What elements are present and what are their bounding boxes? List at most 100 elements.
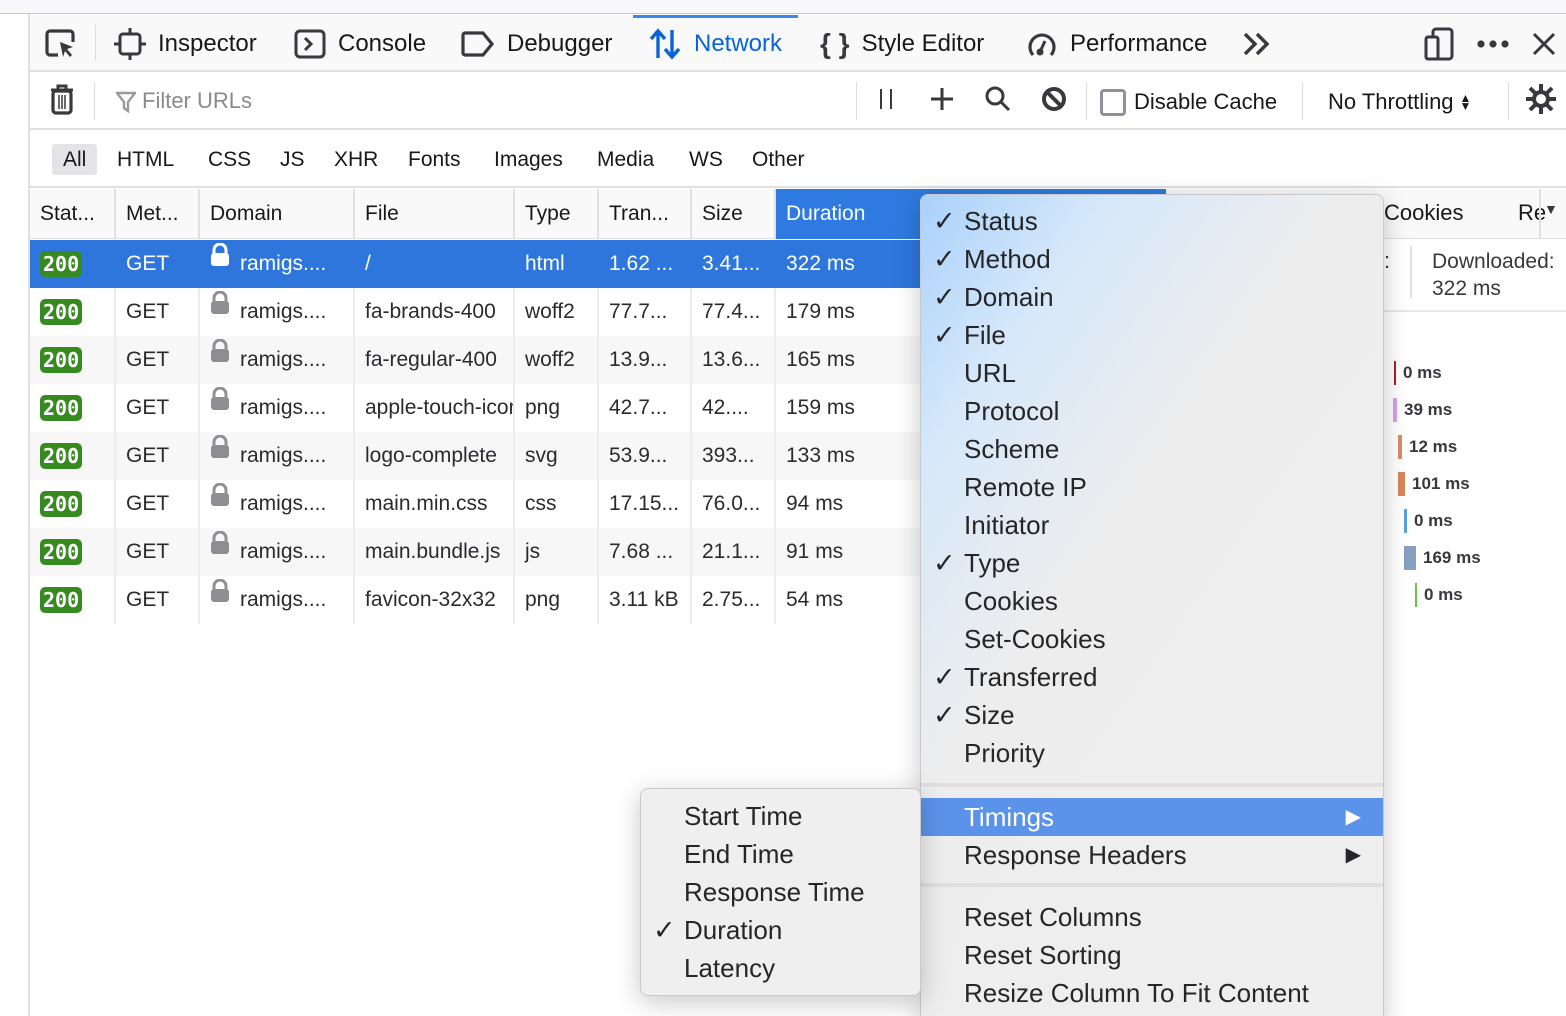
disable-cache-label: Disable Cache <box>1134 89 1278 114</box>
tab-response[interactable]: Re <box>1518 200 1546 226</box>
search-button[interactable] <box>984 86 1012 116</box>
menu-item-domain[interactable]: ✓ Domain <box>921 278 1383 316</box>
menu-item-file[interactable]: ✓ File <box>921 316 1383 354</box>
column-header-status[interactable]: Stat... <box>30 189 116 239</box>
filter-js[interactable]: JS <box>269 144 316 175</box>
disable-cache-checkbox[interactable]: Disable Cache <box>1100 87 1277 117</box>
menu-item-url[interactable]: URL <box>921 354 1383 392</box>
menu-item-size[interactable]: ✓ Size <box>921 696 1383 734</box>
performance-icon <box>1026 28 1058 60</box>
filter-html[interactable]: HTML <box>106 144 185 175</box>
network-settings-button[interactable] <box>1524 83 1558 116</box>
lock-icon <box>210 528 230 573</box>
menu-item-reset-sorting[interactable]: Reset Sorting <box>921 936 1383 974</box>
status-badge: 200 <box>40 395 83 421</box>
column-header-file[interactable]: File <box>355 189 515 239</box>
close-devtools-button[interactable] <box>1532 15 1566 72</box>
column-header-transferred[interactable]: Tran... <box>599 189 692 239</box>
menu-item-scheme[interactable]: Scheme <box>921 430 1383 468</box>
column-header-domain[interactable]: Domain <box>200 189 355 239</box>
menu-item-start-time[interactable]: Start Time <box>641 797 920 835</box>
filter-css[interactable]: CSS <box>197 144 262 175</box>
menu-item-set-cookies[interactable]: Set-Cookies <box>921 620 1383 658</box>
filter-xhr[interactable]: XHR <box>323 144 389 175</box>
menu-item-end-time[interactable]: End Time <box>641 835 920 873</box>
tab-performance[interactable]: Performance <box>1026 15 1207 72</box>
tab-style-editor[interactable]: { } Style Editor <box>820 15 984 72</box>
filter-ws[interactable]: WS <box>678 144 734 175</box>
menu-item-label: Size <box>964 700 1015 730</box>
filter-urls-input[interactable] <box>112 82 852 120</box>
checkmark-icon: ✓ <box>933 700 956 730</box>
filter-media[interactable]: Media <box>586 144 665 175</box>
menu-item-duration[interactable]: ✓ Duration <box>641 911 920 949</box>
element-picker-button[interactable] <box>44 15 90 72</box>
cell-size: 2.75... <box>692 576 776 624</box>
menu-item-status[interactable]: ✓ Status <box>921 202 1383 240</box>
tab-inspector[interactable]: Inspector <box>114 15 257 72</box>
responsive-design-button[interactable] <box>1424 15 1466 72</box>
timings-submenu: Start Time End Time Response Time ✓ Duration… <box>640 788 921 996</box>
filter-fonts[interactable]: Fonts <box>397 144 472 175</box>
tab-cookies[interactable]: Cookies <box>1384 200 1463 226</box>
menu-item-priority[interactable]: Priority <box>921 734 1383 772</box>
timing-row: 0 ms <box>1404 508 1453 534</box>
cell-domain: ramigs.... <box>200 336 355 384</box>
menu-item-latency[interactable]: Latency <box>641 949 920 987</box>
column-header-size[interactable]: Size <box>692 189 776 239</box>
plus-icon <box>930 87 954 116</box>
tab-label: Network <box>694 29 783 57</box>
checkbox-box[interactable] <box>1100 88 1126 116</box>
tab-separator <box>1539 189 1541 239</box>
cell-file: / <box>365 252 371 275</box>
cell-type: woff2 <box>515 288 599 336</box>
menu-item-response-time[interactable]: Response Time <box>641 873 920 911</box>
cell-method: GET <box>116 480 200 528</box>
clear-button[interactable] <box>48 84 76 116</box>
column-header-method[interactable]: Met... <box>116 189 200 239</box>
options-menu-button[interactable] <box>1476 15 1522 72</box>
tab-console[interactable]: Console <box>294 15 426 72</box>
tabs-dropdown-icon[interactable]: ▼ <box>1544 201 1558 217</box>
menu-item-transferred[interactable]: ✓ Transferred <box>921 658 1383 696</box>
filter-other[interactable]: Other <box>741 144 816 175</box>
menu-item-resize-column[interactable]: Resize Column To Fit Content <box>921 974 1383 1012</box>
status-badge: 200 <box>40 443 83 469</box>
domain-text: ramigs.... <box>240 300 327 323</box>
network-icon <box>648 27 682 60</box>
throttling-select[interactable]: No Throttling ▲ ▼ <box>1328 87 1471 117</box>
lock-icon <box>210 288 230 333</box>
menu-item-protocol[interactable]: Protocol <box>921 392 1383 430</box>
menu-item-timings[interactable]: Timings ▶ <box>921 798 1383 836</box>
domain-text: ramigs.... <box>240 540 327 563</box>
timing-bar <box>1393 398 1397 422</box>
menu-item-remote-ip[interactable]: Remote IP <box>921 468 1383 506</box>
cell-domain: ramigs.... <box>200 480 355 528</box>
pause-button[interactable] <box>872 86 900 116</box>
filter-images[interactable]: Images <box>483 144 574 175</box>
domain-text: ramigs.... <box>240 588 327 611</box>
column-header-type[interactable]: Type <box>515 189 599 239</box>
timing-row: 0 ms <box>1394 360 1442 386</box>
cell-transferred: 53.9... <box>599 432 692 480</box>
add-request-button[interactable] <box>928 86 956 116</box>
menu-item-response-headers[interactable]: Response Headers ▶ <box>921 836 1383 874</box>
tab-network[interactable]: Network <box>632 15 799 72</box>
tab-label: Performance <box>1070 29 1208 57</box>
close-icon <box>1532 32 1556 56</box>
cell-type: html <box>525 252 565 275</box>
lock-icon <box>210 240 230 285</box>
cell-file: logo-complete <box>355 432 515 480</box>
columns-context-menu: ✓ Status ✓ Method ✓ Domain ✓ File URL Protocol Sch… <box>920 194 1384 1016</box>
menu-item-initiator[interactable]: Initiator <box>921 506 1383 544</box>
menu-item-method[interactable]: ✓ Method <box>921 240 1383 278</box>
menu-item-type[interactable]: ✓ Type <box>921 544 1383 582</box>
menu-item-cookies[interactable]: Cookies <box>921 582 1383 620</box>
filter-all[interactable]: All <box>52 144 98 175</box>
menu-item-reset-columns[interactable]: Reset Columns <box>921 898 1383 936</box>
cell-transferred: 13.9... <box>599 336 692 384</box>
tab-debugger[interactable]: Debugger <box>461 15 612 72</box>
more-tools-button[interactable] <box>1242 15 1284 72</box>
timing-row: 0 ms <box>1415 582 1463 608</box>
block-requests-button[interactable] <box>1040 86 1068 116</box>
